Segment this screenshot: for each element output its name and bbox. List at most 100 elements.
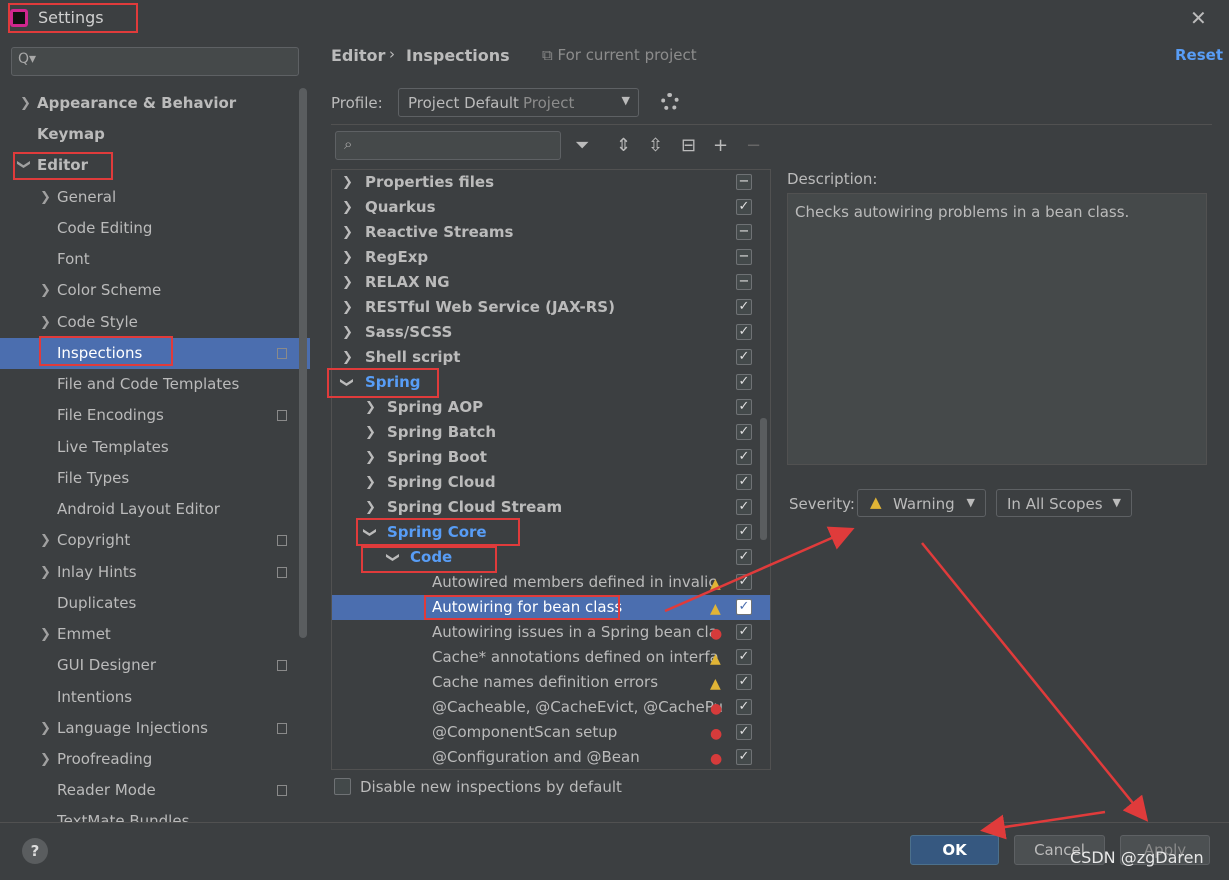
settings-search-input[interactable]: Q▾	[11, 47, 299, 76]
sidebar-item-emmet[interactable]: Emmet	[57, 619, 111, 650]
checkbox-partial[interactable]: −	[736, 249, 752, 265]
sidebar-item-proofreading[interactable]: Proofreading	[57, 744, 152, 775]
tree-row[interactable]: ❯ Spring Cloud Stream ✓	[332, 495, 770, 520]
tree-row[interactable]: @ComponentScan setup ● ✓	[332, 720, 770, 745]
sidebar-scrollbar[interactable]	[299, 88, 307, 638]
tree-row[interactable]: ❯ Properties files −	[332, 170, 770, 195]
checkbox-checked[interactable]: ✓	[736, 374, 752, 390]
tree-row[interactable]: Autowiring issues in a Spring bean cla ● ✓	[332, 620, 770, 645]
sidebar-item-textmate[interactable]: TextMate Bundles	[57, 806, 189, 822]
chevron-right-icon[interactable]: ❯	[40, 752, 51, 767]
sidebar-item-intentions[interactable]: Intentions	[57, 682, 132, 713]
dropdown-arrow-icon: ▼	[621, 94, 630, 107]
disable-new-inspections-checkbox[interactable]	[334, 778, 351, 795]
sidebar-item-font[interactable]: Font	[57, 244, 90, 275]
tree-row[interactable]: ❯ RESTful Web Service (JAX-RS) ✓	[332, 295, 770, 320]
help-icon[interactable]: ?	[22, 838, 48, 864]
filter-icon[interactable]: ⏷	[575, 135, 589, 156]
sidebar-item-copyright[interactable]: Copyright	[57, 525, 130, 556]
tree-row[interactable]: ❯ Shell script ✓	[332, 345, 770, 370]
checkbox-checked[interactable]: ✓	[736, 349, 752, 365]
expand-all-icon[interactable]: ⇕	[616, 135, 631, 156]
checkbox-checked[interactable]: ✓	[736, 499, 752, 515]
inspection-search-input[interactable]: ⌕	[335, 131, 561, 160]
chevron-right-icon[interactable]: ❯	[40, 627, 51, 642]
ok-button[interactable]: OK	[910, 835, 999, 865]
tree-row[interactable]: ❯ RELAX NG −	[332, 270, 770, 295]
tree-row[interactable]: ❯ Spring AOP ✓	[332, 395, 770, 420]
checkbox-checked[interactable]: ✓	[736, 649, 752, 665]
checkbox-checked[interactable]: ✓	[736, 574, 752, 590]
sidebar-item-file-types[interactable]: File Types	[57, 463, 129, 494]
checkbox-checked[interactable]: ✓	[736, 674, 752, 690]
tree-row[interactable]: @Cacheable, @CacheEvict, @CachePu ● ✓	[332, 695, 770, 720]
reset-to-default-icon[interactable]: ⊟	[681, 135, 696, 156]
tree-row[interactable]: ❯ RegExp −	[332, 245, 770, 270]
sidebar-item-file-encodings[interactable]: File Encodings	[57, 400, 164, 431]
checkbox-checked[interactable]: ✓	[736, 699, 752, 715]
sidebar-item-live-templates[interactable]: Live Templates	[57, 432, 169, 463]
checkbox-checked[interactable]: ✓	[736, 449, 752, 465]
tree-row[interactable]: ❯ Quarkus ✓	[332, 195, 770, 220]
gear-icon[interactable]	[661, 93, 679, 111]
collapse-all-icon[interactable]: ⇳	[648, 135, 663, 156]
sidebar-item-color-scheme[interactable]: Color Scheme	[57, 275, 161, 306]
tree-row[interactable]: @Configuration and @Bean ● ✓	[332, 745, 770, 769]
sidebar-item-language-injections[interactable]: Language Injections	[57, 713, 208, 744]
tree-row[interactable]: Autowired members defined in invalic ▲ ✓	[332, 570, 770, 595]
checkbox-checked[interactable]: ✓	[736, 624, 752, 640]
chevron-right-icon[interactable]: ❯	[40, 721, 51, 736]
checkbox-checked[interactable]: ✓	[736, 749, 752, 765]
chevron-right-icon[interactable]: ❯	[40, 283, 51, 298]
tree-scrollbar[interactable]	[760, 418, 767, 540]
sidebar-item-reader-mode[interactable]: Reader Mode	[57, 775, 156, 806]
checkbox-checked[interactable]: ✓	[736, 524, 752, 540]
reset-link[interactable]: Reset	[1175, 46, 1223, 64]
breadcrumb-separator: ›	[389, 45, 395, 63]
sidebar-item-inlay-hints[interactable]: Inlay Hints	[57, 557, 137, 588]
checkbox-checked[interactable]: ✓	[736, 299, 752, 315]
sidebar-item-code-style[interactable]: Code Style	[57, 307, 138, 338]
sidebar-item-general[interactable]: General	[57, 182, 116, 213]
sidebar-item-gui-designer[interactable]: GUI Designer	[57, 650, 156, 681]
checkbox-checked[interactable]: ✓	[736, 724, 752, 740]
chevron-right-icon: ❯	[365, 400, 376, 415]
chevron-right-icon[interactable]: ❯	[40, 315, 51, 330]
chevron-right-icon[interactable]: ❯	[40, 565, 51, 580]
tree-row[interactable]: Cache names definition errors ▲ ✓	[332, 670, 770, 695]
breadcrumb-editor[interactable]: Editor	[331, 46, 385, 65]
checkbox-checked[interactable]: ✓	[736, 474, 752, 490]
dropdown-arrow-icon: ▼	[966, 496, 975, 509]
tree-row[interactable]: ❯ Spring Cloud ✓	[332, 470, 770, 495]
tree-row[interactable]: ❯ Reactive Streams −	[332, 220, 770, 245]
checkbox-checked[interactable]: ✓	[736, 549, 752, 565]
checkbox-checked[interactable]: ✓	[736, 424, 752, 440]
chevron-right-icon[interactable]: ❯	[40, 533, 51, 548]
checkbox-partial[interactable]: −	[736, 224, 752, 240]
checkbox-checked[interactable]: ✓	[736, 599, 752, 615]
checkbox-checked[interactable]: ✓	[736, 324, 752, 340]
arrow-to-apply	[921, 542, 1149, 822]
profile-dropdown[interactable]: Project Default Project ▼	[398, 88, 639, 117]
sidebar-item-appearance[interactable]: Appearance & Behavior	[37, 88, 236, 119]
sidebar-item-duplicates[interactable]: Duplicates	[57, 588, 136, 619]
remove-icon[interactable]: −	[746, 135, 761, 156]
chevron-right-icon[interactable]: ❯	[40, 190, 51, 205]
checkbox-partial[interactable]: −	[736, 174, 752, 190]
close-icon[interactable]: ✕	[1190, 6, 1207, 30]
sidebar-item-keymap[interactable]: Keymap	[37, 119, 105, 150]
scope-dropdown[interactable]: In All Scopes ▼	[996, 489, 1132, 517]
chevron-right-icon[interactable]: ❯	[20, 96, 31, 111]
sidebar-item-file-templates[interactable]: File and Code Templates	[57, 369, 239, 400]
tree-row[interactable]: Cache* annotations defined on interfa ▲ ✓	[332, 645, 770, 670]
severity-dropdown[interactable]: ▲ Warning ▼	[857, 489, 986, 517]
sidebar-item-code-editing[interactable]: Code Editing	[57, 213, 152, 244]
checkbox-checked[interactable]: ✓	[736, 199, 752, 215]
tree-row[interactable]: ❯ Sass/SCSS ✓	[332, 320, 770, 345]
tree-row[interactable]: ❯ Spring Boot ✓	[332, 445, 770, 470]
add-icon[interactable]: +	[713, 135, 728, 156]
sidebar-item-android-layout[interactable]: Android Layout Editor	[57, 494, 220, 525]
tree-row[interactable]: ❯ Spring Batch ✓	[332, 420, 770, 445]
checkbox-partial[interactable]: −	[736, 274, 752, 290]
checkbox-checked[interactable]: ✓	[736, 399, 752, 415]
